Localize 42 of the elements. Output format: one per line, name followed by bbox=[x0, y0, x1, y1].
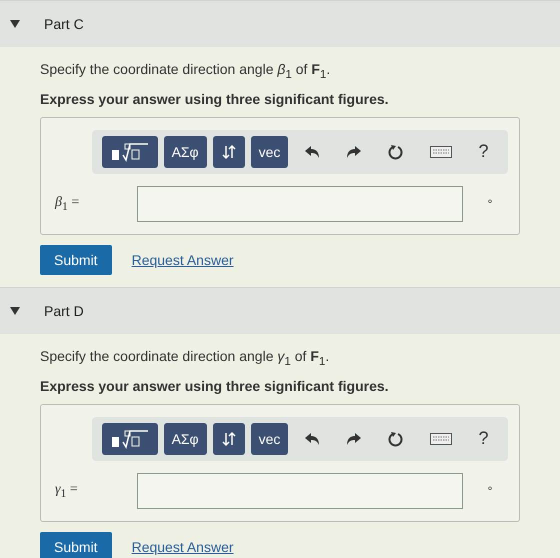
question-text: Specify the coordinate direction angle γ$_{1}$ of F$_{1}$. bbox=[40, 348, 330, 368]
templates-button[interactable] bbox=[102, 422, 158, 455]
question-text: Specify the coordinate direction angle β$_{1}$ of F$_{1}$. bbox=[40, 61, 332, 81]
submit-button[interactable]: Submit bbox=[40, 532, 112, 558]
answer-label: γ$_{1}$ = bbox=[55, 482, 79, 500]
help-button[interactable]: ? bbox=[468, 136, 498, 168]
part-title: Part D bbox=[44, 302, 84, 319]
help-button[interactable]: ? bbox=[468, 422, 498, 455]
fraction-root-icon bbox=[110, 140, 150, 163]
up-down-arrows-icon bbox=[220, 430, 237, 447]
part-title: Part C bbox=[44, 16, 84, 32]
collapse-triangle-icon[interactable] bbox=[10, 306, 20, 315]
unit-label: ° bbox=[486, 196, 494, 211]
sort-button[interactable] bbox=[212, 422, 245, 455]
keyboard-icon bbox=[430, 146, 452, 158]
collapse-triangle-icon[interactable] bbox=[10, 20, 20, 28]
fraction-root-icon bbox=[110, 428, 150, 450]
vector-button[interactable]: vec bbox=[250, 422, 288, 455]
vector-button[interactable]: vec bbox=[250, 136, 288, 168]
unit-label: ° bbox=[486, 484, 494, 498]
undo-icon bbox=[304, 144, 320, 159]
redo-icon bbox=[346, 144, 362, 159]
redo-icon bbox=[346, 432, 362, 446]
greek-symbols-button[interactable]: ΑΣφ bbox=[164, 422, 207, 455]
greek-symbols-button[interactable]: ΑΣφ bbox=[164, 136, 207, 168]
sort-button[interactable] bbox=[212, 136, 245, 168]
answer-field[interactable] bbox=[137, 472, 463, 509]
submit-button[interactable]: Submit bbox=[40, 244, 112, 275]
undo-icon bbox=[304, 432, 320, 446]
part-header[interactable]: Part C bbox=[0, 0, 560, 47]
request-answer-link[interactable]: Request Answer bbox=[132, 252, 234, 268]
up-down-arrows-icon bbox=[220, 144, 237, 160]
part-header[interactable]: Part D bbox=[0, 286, 560, 334]
reset-icon bbox=[388, 144, 404, 160]
instruction-text: Express your answer using three significant figures. bbox=[40, 90, 390, 107]
keyboard-icon bbox=[430, 432, 452, 445]
templates-button[interactable] bbox=[102, 136, 158, 168]
answer-field[interactable] bbox=[137, 186, 463, 222]
request-answer-link[interactable]: Request Answer bbox=[132, 538, 234, 555]
answer-label: β$_{1}$ = bbox=[55, 194, 80, 213]
instruction-text: Express your answer using three significant figures. bbox=[40, 378, 390, 394]
reset-icon bbox=[388, 430, 404, 447]
